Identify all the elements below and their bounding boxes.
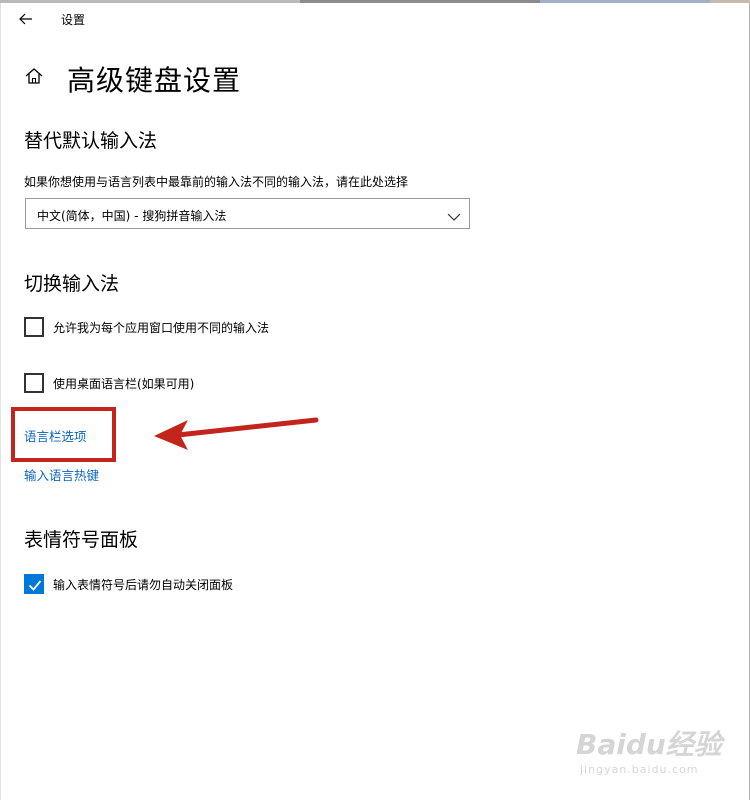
- window-title: 设置: [61, 13, 86, 27]
- home-icon[interactable]: [23, 65, 45, 87]
- desktop-language-bar-label: 使用桌面语言栏(如果可用): [53, 377, 195, 391]
- chevron-down-icon: [447, 208, 461, 221]
- annotation-arrow-icon: [154, 417, 319, 450]
- switch-heading: 切换输入法: [24, 273, 120, 295]
- desktop-language-bar-checkbox[interactable]: [24, 373, 44, 393]
- per-app-input-label: 允许我为每个应用窗口使用不同的输入法: [53, 321, 270, 335]
- watermark-url: jingyan.baidu.com: [580, 763, 699, 776]
- watermark-brand: Baidu经验: [576, 728, 722, 761]
- override-description: 如果你想使用与语言列表中最靠前的输入法不同的输入法，请在此处选择: [24, 175, 409, 189]
- override-heading: 替代默认输入法: [24, 130, 158, 152]
- emoji-heading: 表情符号面板: [24, 529, 139, 551]
- per-app-input-checkbox[interactable]: [24, 317, 44, 337]
- annotation-highlight-box: [11, 407, 116, 462]
- top-window-strip: [0, 0, 750, 3]
- back-arrow-icon[interactable]: [16, 9, 36, 29]
- window-left-border: [0, 3, 1, 800]
- baidu-watermark: Baidu经验 jingyan.baidu.com: [576, 715, 736, 785]
- keep-emoji-panel-open-label: 输入表情符号后请勿自动关闭面板: [53, 578, 234, 592]
- keep-emoji-panel-open-checkbox[interactable]: [24, 574, 44, 594]
- dropdown-selected-value: 中文(简体，中国) - 搜狗拼音输入法: [37, 209, 227, 223]
- input-method-dropdown[interactable]: 中文(简体，中国) - 搜狗拼音输入法: [25, 198, 470, 229]
- page-title: 高级键盘设置: [67, 64, 242, 97]
- input-language-hotkeys-link[interactable]: 输入语言热键: [24, 465, 99, 484]
